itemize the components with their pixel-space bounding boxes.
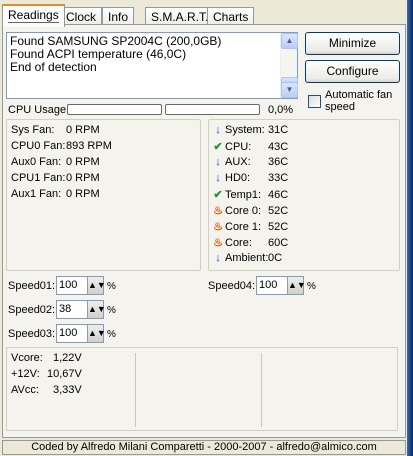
speed03-label: Speed03:	[8, 328, 56, 340]
desktop-edge	[407, 0, 413, 456]
checkmark-icon: ✔	[213, 141, 223, 153]
log-line: End of detection	[10, 60, 97, 74]
speed04-label: Speed04:	[208, 280, 256, 292]
cpu-usage-bar-1	[67, 104, 162, 115]
arrow-down-icon: ↓	[215, 124, 221, 136]
configure-button[interactable]: Configure	[305, 60, 400, 83]
flame-icon: ♨	[213, 221, 223, 233]
speed01-label: Speed01:	[8, 280, 56, 292]
temp-row: ↓ Ambient:0C	[211, 252, 282, 264]
spin-arrows-icon[interactable]: ▲▼	[87, 325, 106, 342]
speed04-spinner[interactable]: 100 ▲▼	[256, 276, 306, 295]
fan-row: Aux0 Fan: 0 RPM	[11, 156, 100, 168]
detection-log[interactable]: Found SAMSUNG SP2004C (200,0GB) Found AC…	[6, 32, 298, 99]
cpu-usage-label: CPU Usage	[8, 104, 67, 116]
fan-row: CPU1 Fan:0 RPM	[11, 172, 100, 184]
voltage-row: AVcc: 3,33V	[11, 384, 82, 396]
temp-row: ↓ System: 31C	[211, 124, 288, 136]
flame-icon: ♨	[213, 237, 223, 249]
voltage-divider	[135, 353, 136, 427]
arrow-down-icon: ↓	[215, 252, 221, 264]
flame-icon: ♨	[213, 205, 223, 217]
fan-row: Sys Fan: 0 RPM	[11, 124, 100, 136]
speed02-spinner[interactable]: 38 ▲▼	[56, 300, 106, 319]
minimize-button[interactable]: Minimize	[305, 32, 400, 55]
speed01-spinner[interactable]: 100 ▲▼	[56, 276, 106, 295]
cpu-usage-value: 0,0%	[268, 104, 294, 116]
temp-row: ♨ Core 0: 52C	[211, 204, 288, 217]
spin-arrows-icon[interactable]: ▲▼	[87, 277, 106, 294]
speedfan-window: Readings Clock Info S.M.A.R.T. Charts Fo…	[0, 0, 407, 456]
arrow-down-icon: ↓	[215, 156, 221, 168]
credits-footer: Coded by Alfredo Milani Comparetti - 200…	[2, 440, 406, 455]
log-line: Found SAMSUNG SP2004C (200,0GB)	[10, 34, 222, 48]
temp-row: ♨ Core 1: 52C	[211, 220, 288, 233]
checkmark-icon: ✔	[213, 189, 223, 201]
temp-row: ↓ AUX: 36C	[211, 156, 288, 168]
voltage-row: Vcore: 1,22V	[11, 352, 82, 364]
speed02-label: Speed02:	[8, 304, 56, 316]
temp-row: ✔ Temp1: 46C	[211, 188, 288, 201]
voltage-divider	[261, 353, 262, 427]
fan-row: Aux1 Fan: 0 RPM	[11, 188, 100, 200]
scroll-down-icon[interactable]: ▼	[281, 82, 298, 98]
spin-arrows-icon[interactable]: ▲▼	[87, 301, 106, 318]
automatic-fan-speed-label: Automatic fan speed	[325, 89, 393, 113]
temp-row: ↓ HD0: 33C	[211, 172, 288, 184]
fan-row: CPU0 Fan:893 RPM	[11, 140, 112, 152]
speed03-spinner[interactable]: 100 ▲▼	[56, 324, 106, 343]
temp-row: ♨ Core: 60C	[211, 236, 288, 249]
arrow-down-icon: ↓	[215, 172, 221, 184]
cpu-usage-bar-2	[165, 104, 260, 115]
log-line: Found ACPI temperature (46,0C)	[10, 47, 187, 61]
spin-arrows-icon[interactable]: ▲▼	[287, 277, 306, 294]
automatic-fan-speed-checkbox[interactable]	[308, 95, 321, 108]
scroll-up-icon[interactable]: ▲	[281, 33, 298, 49]
temp-row: ✔ CPU: 43C	[211, 140, 288, 153]
voltage-row: +12V: 10,67V	[11, 368, 82, 380]
tab-readings[interactable]: Readings	[2, 4, 65, 27]
log-scrollbar[interactable]: ▲ ▼	[280, 33, 298, 98]
